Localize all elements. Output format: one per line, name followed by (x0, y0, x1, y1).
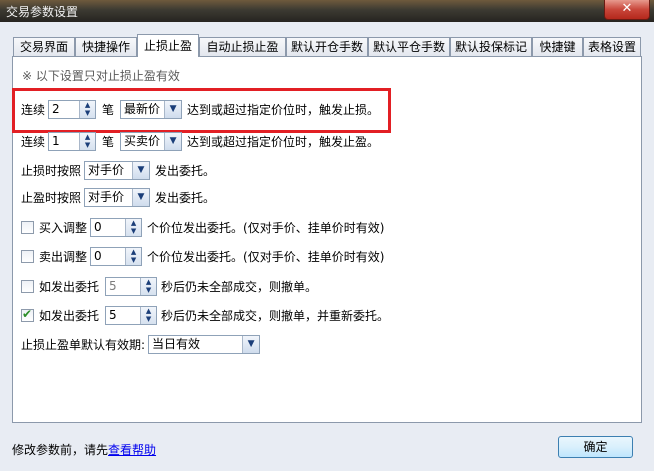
tab-hotkeys[interactable]: 快捷键 (532, 37, 583, 56)
ok-button[interactable]: 确定 (558, 436, 633, 458)
buy-adjust-checkbox[interactable] (21, 220, 34, 234)
validity-select[interactable]: 当日有效 ▼ (148, 334, 261, 354)
stop-loss-count-spinner[interactable]: 2 ▲ ▼ (48, 99, 97, 119)
close-icon: ✕ (621, 1, 633, 16)
cancel-order-suffix: 秒后仍未全部成交，则撤单。 (161, 279, 318, 294)
title-bar[interactable]: 交易参数设置 ✕ (0, 0, 654, 22)
stop-loss-order-row: 止损时按照 对手价 ▼ 发出委托。 (21, 159, 215, 181)
stop-loss-price-select[interactable]: 最新价 ▼ (120, 99, 183, 119)
cancel-order-seconds-value[interactable]: 5 (106, 278, 140, 295)
take-profit-order-label: 止盈时按照 (21, 190, 82, 205)
take-profit-order-row: 止盈时按照 对手价 ▼ 发出委托。 (21, 186, 215, 208)
tab-stop-loss[interactable]: 止损止盈 (137, 34, 199, 57)
chevron-down-icon[interactable]: ▼ (164, 100, 182, 118)
settings-note: ※ 以下设置只对止损止盈有效 (22, 69, 180, 83)
footer-hint-text: 修改参数前，请先 (12, 443, 109, 457)
spin-arrows-icon[interactable]: ▲ ▼ (140, 306, 157, 324)
spin-arrows-icon[interactable]: ▲ ▼ (125, 247, 142, 265)
sell-adjust-suffix: 个价位发出委托。(仅对手价、挂单价时有效) (147, 249, 385, 264)
spin-arrows-icon[interactable]: ▲ ▼ (140, 277, 157, 295)
cancel-reorder-seconds-spinner[interactable]: 5 ▲ ▼ (105, 305, 158, 325)
chevron-down-icon[interactable]: ▼ (242, 335, 260, 353)
sell-adjust-checkbox[interactable] (21, 249, 34, 263)
tab-trade-ui[interactable]: 交易界面 (13, 37, 75, 56)
cancel-reorder-checkbox[interactable] (21, 307, 34, 322)
take-profit-order-price-select[interactable]: 对手价 ▼ (84, 187, 151, 207)
stop-loss-prefix: 连续 (21, 102, 46, 117)
take-profit-row: 连续 1 ▲ ▼ 笔 买卖价 ▼ 达到或超过指定价位时，触发止盈。 (21, 130, 379, 152)
validity-label: 止损止盈单默认有效期: (21, 337, 146, 352)
footer-hint: 修改参数前，请先查看帮助 (12, 441, 156, 458)
tab-shortcut-ops[interactable]: 快捷操作 (75, 37, 137, 56)
stop-loss-unit: 笔 (102, 102, 115, 117)
stop-loss-order-price-select[interactable]: 对手价 ▼ (84, 160, 151, 180)
stop-loss-order-suffix: 发出委托。 (155, 163, 216, 178)
stop-loss-row: 连续 2 ▲ ▼ 笔 最新价 ▼ 达到或超过指定价位时，触发止损。 (21, 98, 379, 120)
take-profit-suffix: 达到或超过指定价位时，触发止盈。 (187, 134, 380, 149)
cancel-reorder-row: 如发出委托 5 ▲▼ 秒后仍未全部成交，则撤单，并重新委托。 (21, 304, 389, 326)
stop-loss-order-price-value: 对手价 (88, 162, 125, 177)
chevron-down-icon[interactable]: ▼ (132, 161, 150, 179)
cancel-order-seconds-spinner[interactable]: 5 ▲ ▼ (105, 276, 158, 296)
tab-default-close-lots[interactable]: 默认平仓手数 (368, 37, 450, 56)
sell-adjust-label[interactable]: 卖出调整 (39, 248, 87, 265)
buy-adjust-row: 买入调整 0 ▲ ▼ 个价位发出委托。(仅对手价、挂单价时有效) (21, 216, 384, 238)
take-profit-count-value[interactable]: 1 (49, 133, 79, 150)
cancel-reorder-suffix: 秒后仍未全部成交，则撤单，并重新委托。 (161, 308, 390, 323)
cancel-order-checkbox[interactable] (21, 279, 34, 293)
tab-table-settings[interactable]: 表格设置 (583, 37, 641, 56)
cancel-reorder-seconds-value[interactable]: 5 (106, 307, 140, 324)
buy-adjust-spinner[interactable]: 0 ▲ ▼ (90, 217, 143, 237)
take-profit-order-suffix: 发出委托。 (155, 190, 216, 205)
cancel-reorder-label[interactable]: 如发出委托 (39, 307, 99, 324)
stop-loss-price-value: 最新价 (124, 101, 161, 116)
tab-auto-stop[interactable]: 自动止损止盈 (199, 37, 286, 56)
spin-arrows-icon[interactable]: ▲ ▼ (79, 100, 96, 118)
dialog-window: 交易参数设置 ✕ 交易界面 快捷操作 止损止盈 自动止损止盈 默认开仓手数 默认… (0, 0, 654, 471)
sell-adjust-row: 卖出调整 0 ▲ ▼ 个价位发出委托。(仅对手价、挂单价时有效) (21, 245, 384, 267)
window-title: 交易参数设置 (6, 5, 79, 19)
sell-adjust-spinner[interactable]: 0 ▲ ▼ (90, 246, 143, 266)
spin-arrows-icon[interactable]: ▲ ▼ (125, 218, 142, 236)
validity-value: 当日有效 (152, 336, 201, 351)
spin-arrows-icon[interactable]: ▲ ▼ (79, 132, 96, 150)
take-profit-count-spinner[interactable]: 1 ▲ ▼ (48, 131, 97, 151)
take-profit-price-select[interactable]: 买卖价 ▼ (120, 131, 183, 151)
stop-loss-order-label: 止损时按照 (21, 163, 82, 178)
stop-loss-suffix: 达到或超过指定价位时，触发止损。 (187, 102, 380, 117)
chevron-down-icon[interactable]: ▼ (164, 132, 182, 150)
buy-adjust-value[interactable]: 0 (91, 219, 125, 236)
take-profit-price-value: 买卖价 (124, 133, 161, 148)
cancel-order-label[interactable]: 如发出委托 (39, 278, 99, 295)
sell-adjust-value[interactable]: 0 (91, 248, 125, 265)
chevron-down-icon[interactable]: ▼ (132, 188, 150, 206)
help-link[interactable]: 查看帮助 (108, 443, 156, 457)
validity-row: 止损止盈单默认有效期: 当日有效 ▼ (21, 333, 261, 355)
cancel-order-row: 如发出委托 5 ▲ ▼ 秒后仍未全部成交，则撤单。 (21, 275, 317, 297)
stop-loss-count-value[interactable]: 2 (49, 101, 79, 118)
take-profit-order-price-value: 对手价 (88, 189, 125, 204)
take-profit-unit: 笔 (102, 134, 115, 149)
buy-adjust-suffix: 个价位发出委托。(仅对手价、挂单价时有效) (147, 220, 385, 235)
tab-default-open-lots[interactable]: 默认开仓手数 (286, 37, 368, 56)
tab-default-hedge-flag[interactable]: 默认投保标记 (450, 37, 532, 56)
buy-adjust-label[interactable]: 买入调整 (39, 219, 87, 236)
close-button[interactable]: ✕ (604, 0, 650, 20)
take-profit-prefix: 连续 (21, 134, 46, 149)
